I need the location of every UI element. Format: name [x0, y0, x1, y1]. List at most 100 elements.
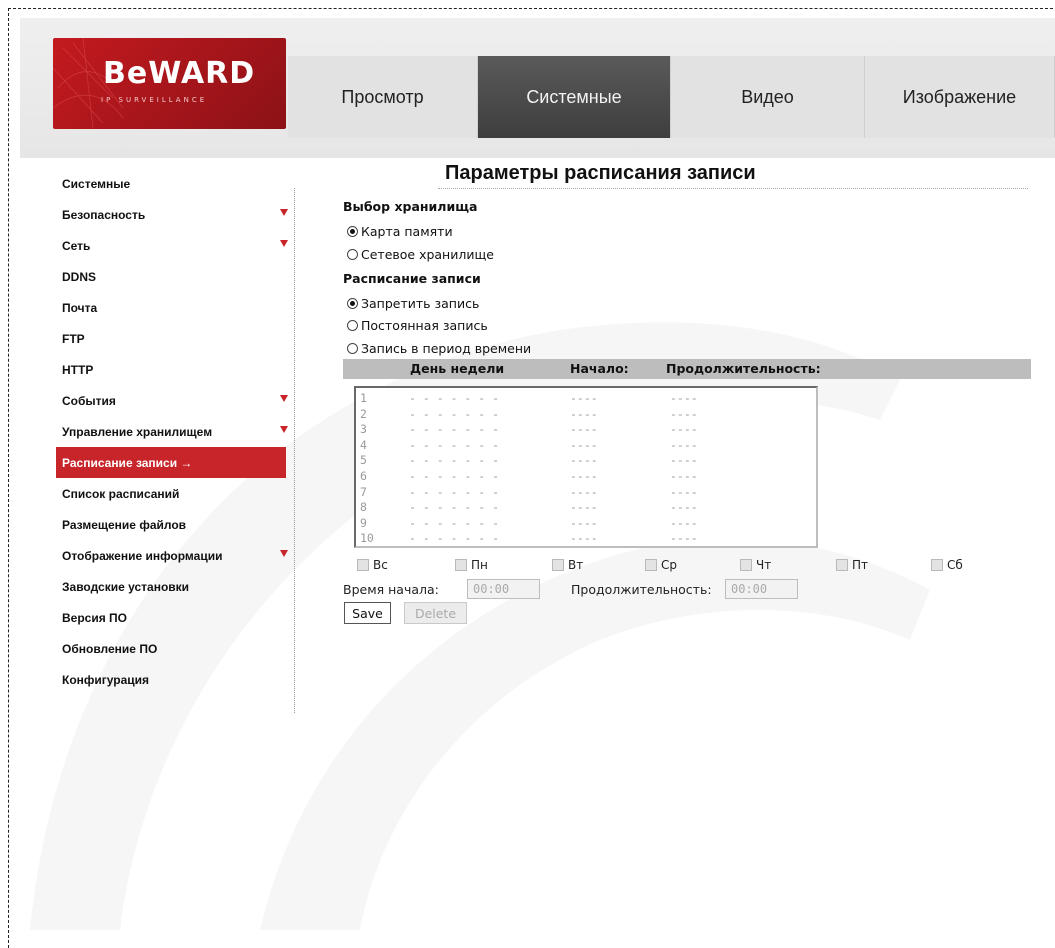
sidebar-item-label: FTP — [62, 331, 85, 346]
schedule-table-header: День недели Начало: Продолжительность: — [343, 359, 1031, 379]
radio-button[interactable] — [347, 298, 358, 309]
radio-memory-card[interactable]: Карта памяти — [347, 224, 453, 239]
row-start: ---- — [570, 437, 598, 452]
checkbox[interactable] — [552, 559, 564, 571]
sidebar-item-versiya-po[interactable]: Версия ПО — [56, 602, 286, 633]
sidebar-item-konfiguratsiya[interactable]: Конфигурация — [56, 664, 286, 695]
list-item[interactable]: 6 - - - - - - - ---- ---- — [356, 469, 816, 485]
sidebar: Системные Безопасность Сеть DDNS Почта F… — [56, 168, 288, 695]
row-duration: ---- — [670, 453, 698, 468]
sidebar-item-otobrazhenie-informatsii[interactable]: Отображение информации — [56, 540, 288, 571]
checkbox-day-cht[interactable]: Чт — [740, 558, 771, 572]
list-item[interactable]: 9 - - - - - - - ---- ---- — [356, 516, 816, 532]
sidebar-item-label: Расписание записи → — [62, 455, 193, 470]
checkbox-day-vs[interactable]: Вс — [357, 558, 388, 572]
list-item[interactable]: 1 - - - - - - - ---- ---- — [356, 391, 816, 407]
sidebar-item-upravlenie-khranilishchem[interactable]: Управление хранилищем — [56, 416, 288, 447]
row-start: ---- — [570, 531, 598, 546]
delete-button[interactable]: Delete — [404, 602, 467, 624]
row-number: 8 — [360, 500, 367, 515]
sidebar-item-label: HTTP — [62, 362, 94, 377]
expand-arrow-icon — [280, 550, 288, 557]
sidebar-item-label: Заводские установки — [62, 579, 190, 594]
row-number: 2 — [360, 406, 367, 421]
list-item[interactable]: 10 - - - - - - - ---- ---- — [356, 531, 816, 547]
tab-sistemnye[interactable]: Системные — [478, 56, 671, 138]
duration-input[interactable]: 00:00 — [725, 579, 798, 599]
beward-logo[interactable]: BeWARD IP SURVEILLANCE — [53, 38, 286, 129]
row-start: ---- — [570, 500, 598, 515]
row-number: 1 — [360, 391, 367, 405]
schedule-list[interactable]: 1- - - - - - - ---- ---- 2- - - - - - - ---… — [354, 386, 818, 548]
sidebar-item-zavodskie-ustanovki[interactable]: Заводские установки — [56, 571, 286, 602]
sidebar-item-raspisanie-zapisi[interactable]: Расписание записи → — [56, 447, 286, 478]
radio-button[interactable] — [347, 343, 358, 354]
list-item[interactable]: 7 - - - - - - - ---- ---- — [356, 485, 816, 501]
sidebar-divider — [294, 188, 295, 713]
sidebar-item-label: Управление хранилищем — [62, 424, 213, 439]
sidebar-item-sistemnye[interactable]: Системные — [56, 168, 286, 199]
expand-arrow-icon — [280, 426, 288, 433]
tab-video[interactable]: Видео — [671, 56, 865, 138]
radio-continuous-recording[interactable]: Постоянная запись — [347, 318, 488, 333]
checkbox-day-sr[interactable]: Ср — [645, 558, 677, 572]
checkbox[interactable] — [645, 559, 657, 571]
sidebar-item-bezopasnost[interactable]: Безопасность — [56, 199, 288, 230]
sidebar-item-ftp[interactable]: FTP — [56, 323, 286, 354]
radio-period-recording[interactable]: Запись в период времени — [347, 341, 531, 356]
checkbox[interactable] — [836, 559, 848, 571]
checkbox-day-vt[interactable]: Вт — [552, 558, 583, 572]
checkbox-label: Вс — [373, 558, 388, 572]
radio-label: Запись в период времени — [361, 341, 532, 356]
row-start: ---- — [570, 422, 598, 437]
sidebar-item-pochta[interactable]: Почта — [56, 292, 286, 323]
list-item[interactable]: 4 - - - - - - - ---- ---- — [356, 438, 816, 454]
sidebar-item-obnovlenie-po[interactable]: Обновление ПО — [56, 633, 286, 664]
column-header-duration: Продолжительность: — [666, 361, 821, 376]
radio-button[interactable] — [347, 226, 358, 237]
list-item[interactable]: 5 - - - - - - - ---- ---- — [356, 453, 816, 469]
radio-label: Запретить запись — [361, 296, 480, 311]
start-time-input[interactable]: 00:00 — [467, 579, 540, 599]
sidebar-item-ddns[interactable]: DDNS — [56, 261, 286, 292]
sidebar-item-spisok-raspisaniy[interactable]: Список расписаний — [56, 478, 286, 509]
radio-network-storage[interactable]: Сетевое хранилище — [347, 247, 494, 262]
save-button[interactable]: Save — [344, 602, 391, 624]
list-item[interactable]: 2 - - - - - - - ---- ---- — [356, 407, 816, 423]
list-item[interactable]: 3 - - - - - - - ---- ---- — [356, 422, 816, 438]
radio-button[interactable] — [347, 320, 358, 331]
checkbox-day-pn[interactable]: Пн — [455, 558, 488, 572]
weekday-checkboxes: Вс Пн Вт Ср Чт Пт Сб — [357, 558, 1037, 574]
tab-prosmotr[interactable]: Просмотр — [288, 56, 478, 138]
row-days: - - - - - - - — [409, 484, 500, 499]
row-days: - - - - - - - — [409, 500, 500, 515]
row-duration: ---- — [670, 515, 698, 530]
expand-arrow-icon — [280, 395, 288, 402]
checkbox[interactable] — [455, 559, 467, 571]
checkbox[interactable] — [931, 559, 943, 571]
checkbox-day-pt[interactable]: Пт — [836, 558, 868, 572]
expand-arrow-icon — [280, 209, 288, 216]
sidebar-item-label: Обновление ПО — [62, 641, 158, 656]
checkbox-label: Пн — [471, 558, 488, 572]
radio-label: Карта памяти — [361, 224, 453, 239]
sidebar-item-sobytiya[interactable]: События — [56, 385, 288, 416]
sidebar-item-razmeshchenie-faylov[interactable]: Размещение файлов — [56, 509, 286, 540]
list-item[interactable]: 8 - - - - - - - ---- ---- — [356, 500, 816, 516]
checkbox-day-sb[interactable]: Сб — [931, 558, 963, 572]
row-days: - - - - - - - — [409, 531, 500, 546]
row-duration: ---- — [670, 406, 698, 421]
sidebar-item-set[interactable]: Сеть — [56, 230, 288, 261]
logo-subtitle: IP SURVEILLANCE — [101, 96, 208, 104]
row-days: - - - - - - - — [409, 422, 500, 437]
tab-izobrazhenie[interactable]: Изображение — [865, 56, 1055, 138]
sidebar-item-label: Конфигурация — [62, 672, 150, 687]
checkbox[interactable] — [740, 559, 752, 571]
radio-button[interactable] — [347, 249, 358, 260]
column-header-start: Начало: — [570, 361, 629, 376]
checkbox[interactable] — [357, 559, 369, 571]
row-start: ---- — [570, 515, 598, 530]
sidebar-item-http[interactable]: HTTP — [56, 354, 286, 385]
radio-disable-recording[interactable]: Запретить запись — [347, 296, 479, 311]
row-number: 6 — [360, 468, 367, 483]
